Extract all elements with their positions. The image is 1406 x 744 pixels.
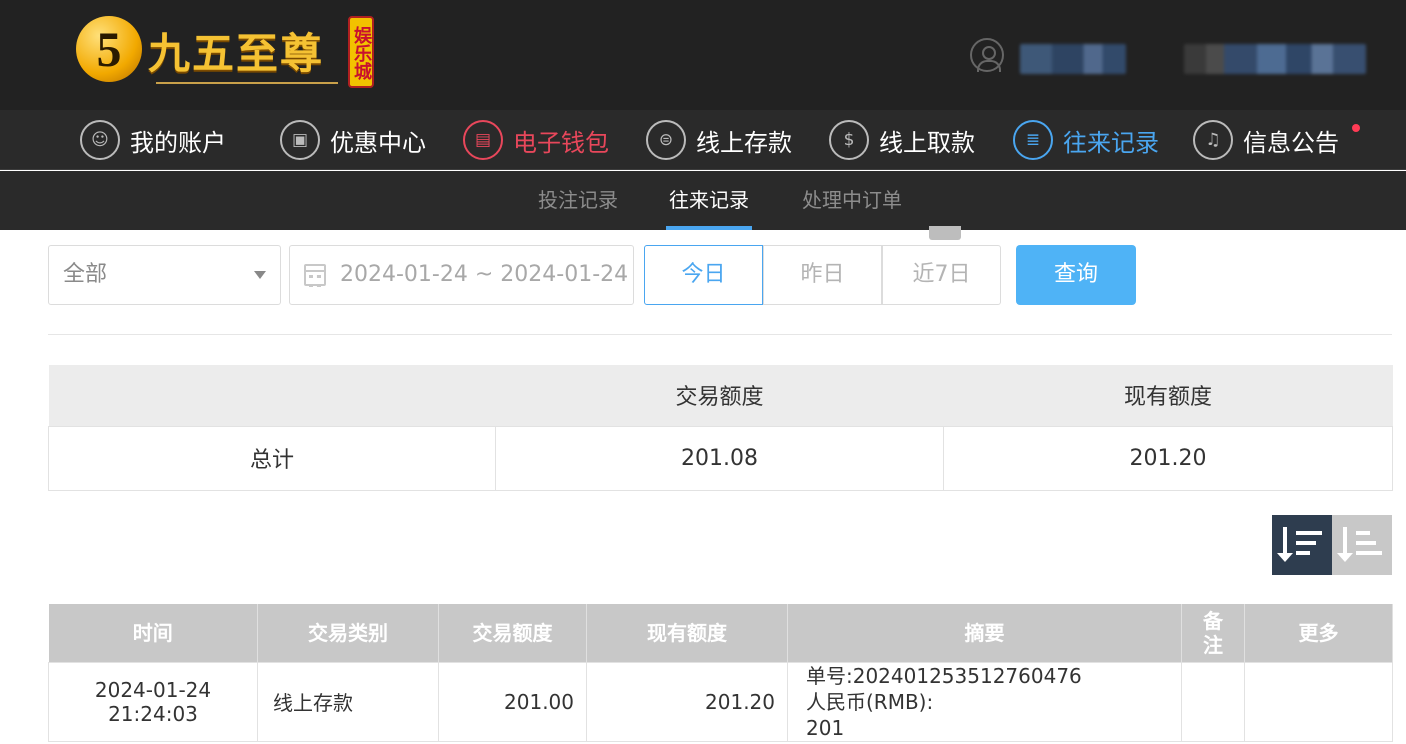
summary-total-label: 总计 [48,425,496,491]
sort-down-arrow-icon [1277,527,1293,562]
withdraw-icon: $ [829,120,869,160]
type-select[interactable]: 全部 [48,245,281,305]
top-header: 5 九五至尊 娱乐城 [0,0,1406,110]
nav-item-deposit[interactable]: ⊜ 线上存款 [646,120,792,160]
row-type: 线上存款 [257,661,439,742]
column-header-more: 更多 [1244,604,1393,662]
transaction-table: 时间 交易类别 交易额度 现有额度 摘要 备注 更多 2024-01-24 21… [48,604,1393,742]
scroll-handle[interactable] [929,226,961,240]
nav-label: 往来记录 [1063,128,1159,157]
divider [48,334,1392,335]
transaction-header-row: 时间 交易类别 交易额度 现有额度 摘要 备注 更多 [48,604,1393,662]
row-summary: 单号:202401253512760476 人民币(RMB): 201 [787,661,1182,742]
logo-mark-icon: 5 [76,16,142,82]
sort-line-icon [1296,551,1310,555]
row-time: 2024-01-24 21:24:03 [48,661,258,742]
sub-tabs: 投注记录 往来记录 处理中订单 [0,171,1406,230]
sort-line-icon [1356,541,1376,545]
username-redacted [1020,44,1126,74]
table-row: 2024-01-24 21:24:03 线上存款 201.00 201.20 单… [48,661,1393,742]
nav-label: 优惠中心 [330,128,426,157]
logo-divider [156,82,338,84]
column-header-summary: 摘要 [787,604,1182,662]
nav-item-promotions[interactable]: ▣ 优惠中心 [280,120,426,160]
column-header-time: 时间 [48,604,258,662]
row-note [1181,661,1245,742]
summary-total-balance: 201.20 [943,425,1393,491]
column-header-note: 备注 [1181,604,1245,662]
row-more[interactable] [1244,661,1393,742]
query-button[interactable]: 查询 [1016,245,1136,305]
sort-down-arrow-icon [1337,527,1353,562]
summary-order-number: 单号:202401253512760476 [806,663,1082,688]
summary-header-balance: 现有额度 [943,365,1393,426]
nav-label: 信息公告 [1243,128,1339,157]
row-amount: 201.00 [438,661,587,742]
chevron-down-icon [254,271,266,279]
brand-seal: 娱乐城 [348,16,374,88]
nav-label: 线上存款 [696,128,792,157]
records-icon: ≣ [1013,120,1053,160]
nav-item-announcements[interactable]: ♫ 信息公告 [1193,120,1339,160]
summary-row: 总计 201.08 201.20 [48,425,1393,491]
column-header-type: 交易类别 [257,604,439,662]
yesterday-button[interactable]: 昨日 [763,245,882,305]
summary-header-amount: 交易额度 [495,365,944,426]
summary-header-row: 交易额度 现有额度 [48,365,1393,426]
sort-line-icon [1296,531,1322,535]
user-avatar-icon[interactable] [970,38,1004,72]
brand-logo[interactable]: 5 九五至尊 娱乐城 [76,14,376,94]
notification-dot [1352,124,1360,132]
sort-line-icon [1356,551,1382,555]
summary-table: 交易额度 现有额度 总计 201.08 201.20 [48,365,1393,491]
sort-line-icon [1356,531,1370,535]
nav-label: 电子钱包 [513,128,609,157]
nav-label: 线上取款 [879,128,975,157]
calendar-icon [304,264,326,287]
sort-descending-button[interactable] [1272,515,1332,575]
note-header-text: 备注 [1203,608,1223,657]
nav-item-withdraw[interactable]: $ 线上取款 [829,120,975,160]
tab-pending-orders[interactable]: 处理中订单 [797,171,907,230]
nav-item-account[interactable]: ☺ 我的账户 [80,120,226,160]
bell-icon: ♫ [1193,120,1233,160]
balance-redacted [1184,44,1366,74]
deposit-icon: ⊜ [646,120,686,160]
date-range-value: 2024-01-24 ~ 2024-01-24 [340,262,629,287]
today-button[interactable]: 今日 [644,245,763,305]
type-select-value: 全部 [63,262,108,287]
column-header-balance: 现有额度 [586,604,788,662]
tab-bet-records[interactable]: 投注记录 [533,171,623,230]
column-header-amount: 交易额度 [438,604,587,662]
last-7-days-button[interactable]: 近7日 [882,245,1001,305]
nav-item-wallet[interactable]: ▤ 电子钱包 [463,120,609,160]
user-circle-icon: ☺ [80,120,120,160]
wallet-icon: ▤ [463,120,503,160]
gift-icon: ▣ [280,120,320,160]
summary-value: 201 [806,715,845,740]
nav-label: 我的账户 [130,128,226,157]
date-range-input[interactable]: 2024-01-24 ~ 2024-01-24 [289,245,634,305]
summary-header-label [48,365,496,426]
main-nav: ☺ 我的账户 ▣ 优惠中心 ▤ 电子钱包 ⊜ 线上存款 $ 线上取款 ≣ 往来记… [0,110,1406,170]
sort-ascending-button[interactable] [1332,515,1392,575]
row-balance: 201.20 [586,661,788,742]
sort-line-icon [1296,541,1316,545]
tab-transaction-records[interactable]: 往来记录 [666,171,752,230]
summary-currency: 人民币(RMB): [806,689,934,714]
summary-total-amount: 201.08 [495,425,944,491]
brand-name: 九五至尊 [148,29,325,78]
nav-item-records[interactable]: ≣ 往来记录 [1013,120,1159,160]
